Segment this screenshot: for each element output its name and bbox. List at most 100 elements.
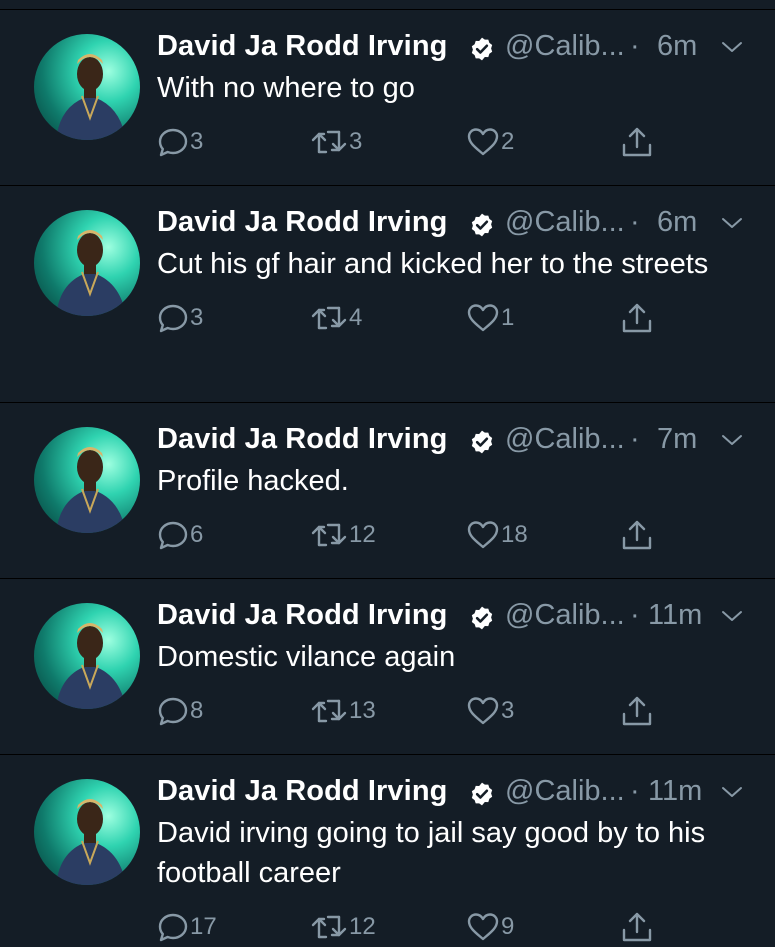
tweet-text: Profile hacked. <box>157 465 349 497</box>
like-count: 18 <box>501 521 528 548</box>
tweet-text: Domestic vilance again <box>157 641 456 673</box>
author-handle[interactable]: @Calib... <box>505 599 625 632</box>
avatar[interactable] <box>34 427 140 533</box>
retweet-button[interactable]: 3 <box>310 122 362 162</box>
reply-button[interactable]: 3 <box>157 298 203 338</box>
retweet-button[interactable]: 13 <box>310 691 376 731</box>
chevron-down-icon[interactable] <box>720 783 744 801</box>
author-handle[interactable]: @Calib... <box>505 30 625 63</box>
chevron-down-icon[interactable] <box>720 431 744 449</box>
tweet-text: With no where to go <box>157 72 415 104</box>
tweet-actions: 6 12 18 <box>157 515 745 555</box>
like-button[interactable]: 2 <box>466 122 514 162</box>
reply-count: 8 <box>190 697 204 724</box>
avatar[interactable] <box>34 210 140 316</box>
timestamp[interactable]: 7m <box>657 423 697 456</box>
chevron-down-icon[interactable] <box>720 38 744 56</box>
reply-count: 3 <box>190 304 204 331</box>
reply-button[interactable]: 3 <box>157 122 203 162</box>
like-button[interactable]: 3 <box>466 691 514 731</box>
timestamp[interactable]: 11m <box>648 775 702 808</box>
like-count: 9 <box>501 913 515 940</box>
author-name[interactable]: David Ja Rodd Irving <box>157 775 447 808</box>
verified-badge-icon <box>471 430 493 454</box>
chevron-down-icon[interactable] <box>720 214 744 232</box>
heart-icon <box>467 521 499 549</box>
share-button[interactable] <box>620 122 654 162</box>
verified-badge-icon <box>471 213 493 237</box>
tweet-text: Cut his gf hair and kicked her to the st… <box>157 248 709 280</box>
tweet[interactable]: David Ja Rodd Irving @Calib... · 7m Prof… <box>0 403 775 579</box>
reply-count: 6 <box>190 521 204 548</box>
retweet-count: 4 <box>349 304 363 331</box>
share-button[interactable] <box>620 515 654 555</box>
like-count: 1 <box>501 304 515 331</box>
retweet-count: 12 <box>349 913 376 940</box>
tweet-actions: 17 12 9 <box>157 907 745 947</box>
author-name[interactable]: David Ja Rodd Irving <box>157 423 447 456</box>
retweet-count: 3 <box>349 128 363 155</box>
timestamp[interactable]: 6m <box>657 30 697 63</box>
share-icon <box>622 127 652 157</box>
like-button[interactable]: 9 <box>466 907 514 947</box>
share-button[interactable] <box>620 691 654 731</box>
author-handle[interactable]: @Calib... <box>505 775 625 808</box>
like-button[interactable]: 18 <box>466 515 528 555</box>
reply-icon <box>158 913 188 942</box>
retweet-button[interactable]: 12 <box>310 907 376 947</box>
tweet-actions: 8 13 3 <box>157 691 745 731</box>
avatar[interactable] <box>34 603 140 709</box>
heart-icon <box>467 913 499 941</box>
reply-icon <box>158 128 188 157</box>
avatar[interactable] <box>34 34 140 140</box>
tweet[interactable]: David Ja Rodd Irving @Calib... · 11m Dom… <box>0 579 775 755</box>
retweet-button[interactable]: 4 <box>310 298 362 338</box>
share-icon <box>622 696 652 726</box>
reply-icon <box>158 697 188 726</box>
author-handle[interactable]: @Calib... <box>505 206 625 239</box>
heart-icon <box>467 304 499 332</box>
timeline: David Ja Rodd Irving @Calib... · 6m With… <box>0 10 775 947</box>
reply-button[interactable]: 8 <box>157 691 203 731</box>
like-button[interactable]: 1 <box>466 298 514 338</box>
retweet-icon <box>311 306 347 330</box>
separator: · <box>630 206 640 238</box>
retweet-button[interactable]: 12 <box>310 515 376 555</box>
tweet[interactable]: David Ja Rodd Irving @Calib... · 6m Cut … <box>0 186 775 403</box>
tweet-actions: 3 3 2 <box>157 122 745 162</box>
share-button[interactable] <box>620 298 654 338</box>
author-name[interactable]: David Ja Rodd Irving <box>157 30 447 63</box>
share-button[interactable] <box>620 907 654 947</box>
reply-icon <box>158 521 188 550</box>
retweet-count: 13 <box>349 697 376 724</box>
reply-icon <box>158 304 188 333</box>
tweet-actions: 3 4 1 <box>157 298 745 338</box>
share-icon <box>622 520 652 550</box>
tweet-content: David Ja Rodd Irving @Calib... · 7m Prof… <box>157 419 745 555</box>
like-count: 2 <box>501 128 515 155</box>
timestamp[interactable]: 6m <box>657 206 697 239</box>
separator: · <box>630 423 640 455</box>
author-handle[interactable]: @Calib... <box>505 423 625 456</box>
verified-badge-icon <box>471 606 493 630</box>
tweet[interactable]: David Ja Rodd Irving @Calib... · 11m Dav… <box>0 755 775 947</box>
avatar[interactable] <box>34 779 140 885</box>
reply-button[interactable]: 17 <box>157 907 217 947</box>
reply-count: 3 <box>190 128 204 155</box>
reply-button[interactable]: 6 <box>157 515 203 555</box>
verified-badge-icon <box>471 782 493 806</box>
tweet-header: David Ja Rodd Irving @Calib... · 11m <box>157 771 745 813</box>
author-name[interactable]: David Ja Rodd Irving <box>157 599 447 632</box>
timestamp[interactable]: 11m <box>648 599 702 632</box>
separator: · <box>630 599 640 631</box>
tweet-content: David Ja Rodd Irving @Calib... · 6m Cut … <box>157 202 745 338</box>
tweet-header: David Ja Rodd Irving @Calib... · 11m <box>157 595 745 637</box>
author-name[interactable]: David Ja Rodd Irving <box>157 206 447 239</box>
share-icon <box>622 303 652 333</box>
retweet-count: 12 <box>349 521 376 548</box>
chevron-down-icon[interactable] <box>720 607 744 625</box>
tweet-content: David Ja Rodd Irving @Calib... · 6m With… <box>157 26 745 162</box>
retweet-icon <box>311 915 347 939</box>
tweet-content: David Ja Rodd Irving @Calib... · 11m Dav… <box>157 771 745 947</box>
tweet[interactable]: David Ja Rodd Irving @Calib... · 6m With… <box>0 10 775 186</box>
